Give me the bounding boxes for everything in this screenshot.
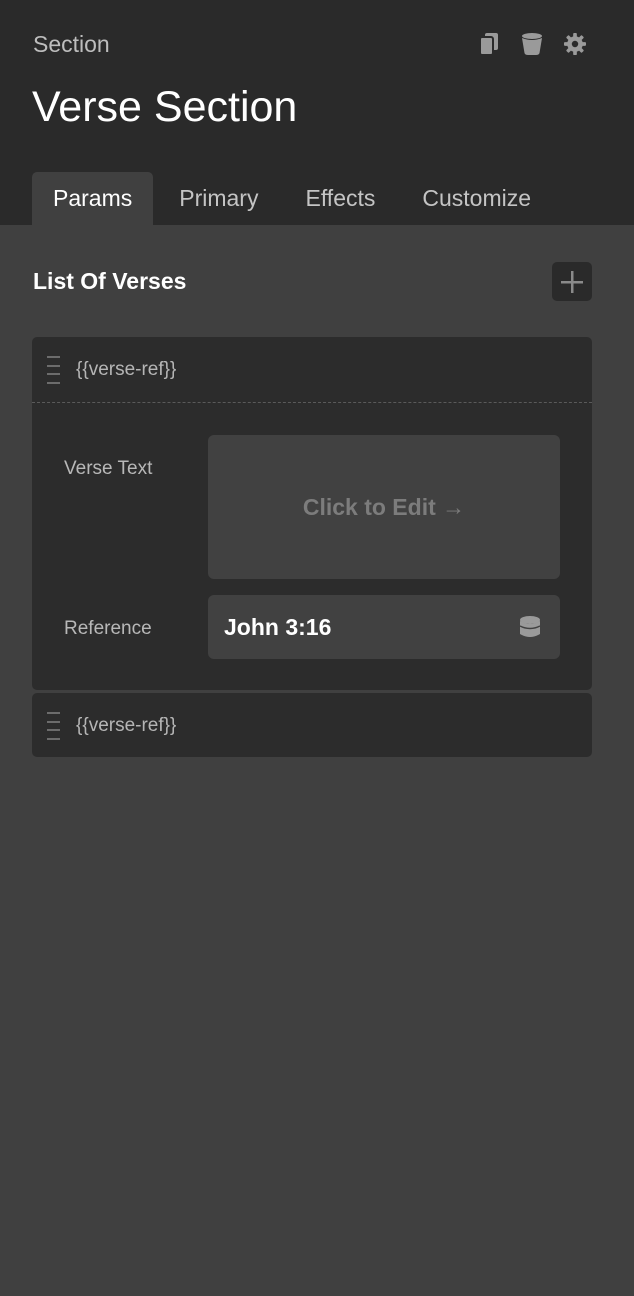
reference-value: John 3:16 — [224, 613, 332, 640]
list-item-label: {{verse-ref}} — [76, 358, 177, 380]
tab-params[interactable]: Params — [32, 172, 154, 225]
verse-text-editor[interactable]: Click to Edit → — [208, 435, 560, 579]
copy-icon[interactable] — [478, 30, 500, 58]
add-item-button[interactable] — [552, 262, 592, 301]
plus-icon — [561, 270, 583, 293]
list-item-header[interactable]: {{verse-ref}} — [32, 693, 592, 758]
tab-primary[interactable]: Primary — [158, 172, 279, 225]
section-kind-label: Section — [33, 31, 110, 57]
drag-handle-icon[interactable] — [47, 712, 61, 740]
header-actions — [478, 30, 586, 58]
list-item-header[interactable]: {{verse-ref}} — [32, 337, 592, 402]
list-title: List Of Verses — [33, 268, 187, 294]
database-icon[interactable] — [518, 615, 542, 639]
section-settings-panel: Section Verse Section Params Primary Eff… — [0, 0, 634, 1296]
divider — [32, 402, 592, 403]
list-item: {{verse-ref}} Verse Text Click to Edit →… — [32, 337, 592, 690]
trash-icon[interactable] — [521, 30, 543, 58]
section-title: Verse Section — [32, 83, 298, 131]
panel-header: Section Verse Section Params Primary Eff… — [0, 0, 634, 225]
list-item: {{verse-ref}} — [32, 693, 592, 757]
tab-bar: Params Primary Effects Customize — [32, 172, 552, 225]
tab-customize[interactable]: Customize — [401, 172, 552, 225]
list-item-label: {{verse-ref}} — [76, 714, 177, 736]
gear-icon[interactable] — [564, 30, 586, 58]
click-to-edit-text: Click to Edit → — [302, 493, 466, 520]
verse-text-label: Verse Text — [64, 458, 153, 479]
tab-effects[interactable]: Effects — [284, 172, 396, 225]
reference-field[interactable]: John 3:16 — [208, 595, 560, 659]
reference-label: Reference — [64, 618, 152, 639]
drag-handle-icon[interactable] — [47, 356, 61, 384]
